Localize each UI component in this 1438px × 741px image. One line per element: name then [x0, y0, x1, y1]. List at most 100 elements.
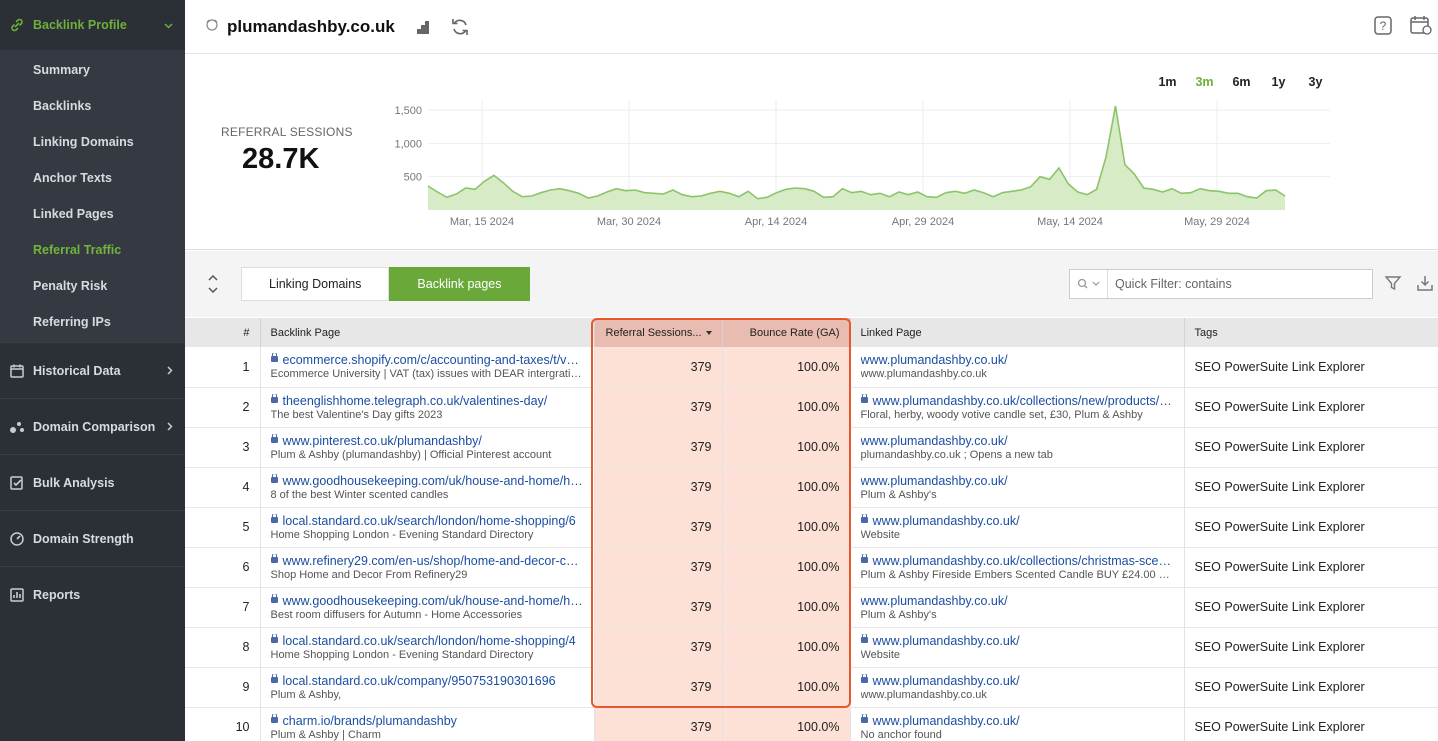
backlink-page-cell: local.standard.co.uk/search/london/home-… — [260, 627, 595, 668]
bounce-rate-cell: 100.0% — [722, 627, 851, 668]
linked-page-link[interactable]: www.plumandashby.co.uk/ — [861, 434, 1174, 448]
linked-page-cell: www.plumandashby.co.uk/plumandashby.co.u… — [850, 427, 1185, 468]
referral-sessions-cell: 379 — [594, 587, 723, 628]
table-row[interactable]: 6 www.refinery29.com/en-us/shop/home-and-… — [185, 547, 1438, 588]
y-tick-label: 1,000 — [394, 138, 422, 150]
table-row[interactable]: 3 www.pinterest.co.uk/plumandashby/Plum &… — [185, 427, 1438, 468]
backlink-url-link[interactable]: local.standard.co.uk/company/95075319030… — [270, 673, 584, 688]
period-3y[interactable]: 3y — [1297, 75, 1334, 89]
period-selector: 1m 3m 6m 1y 3y — [1149, 75, 1334, 89]
period-3m[interactable]: 3m — [1186, 75, 1223, 89]
table-row[interactable]: 1 ecommerce.shopify.com/c/accounting-and-… — [185, 347, 1438, 388]
backlink-page-cell: charm.io/brands/plumandashby Plum & Ashby… — [260, 707, 595, 741]
sidebar-section-label: Historical Data — [33, 363, 121, 378]
linked-page-link[interactable]: www.plumandashby.co.uk/ — [860, 513, 1174, 528]
backlink-url-link[interactable]: theenglishhome.telegraph.co.uk/valentine… — [270, 393, 584, 408]
backlink-url-link[interactable]: local.standard.co.uk/search/london/home-… — [270, 633, 584, 648]
table-row[interactable]: 7 www.goodhousekeeping.com/uk/house-and-h… — [185, 587, 1438, 628]
expand-collapse-icon[interactable] — [205, 273, 221, 295]
sidebar-item-anchor-texts[interactable]: Anchor Texts — [0, 160, 185, 196]
linked-page-link[interactable]: www.plumandashby.co.uk/collections/new/p… — [860, 393, 1174, 408]
bounce-rate-cell: 100.0% — [722, 427, 851, 468]
chevron-right-icon — [167, 364, 173, 378]
quick-filter — [1069, 269, 1373, 299]
column-header-linked-page[interactable]: Linked Page — [850, 318, 1185, 347]
chart-panel: 1m 3m 6m 1y 3y REFERRAL SESSIONS 28.7K 5… — [185, 55, 1438, 250]
stats-icon[interactable] — [413, 16, 435, 38]
reports-icon — [9, 587, 25, 603]
period-1m[interactable]: 1m — [1149, 75, 1186, 89]
schedule-icon[interactable] — [1410, 14, 1432, 36]
sidebar-item-referral-traffic[interactable]: Referral Traffic — [0, 232, 185, 268]
lock-icon — [270, 513, 278, 525]
table-row[interactable]: 9 local.standard.co.uk/company/9507531903… — [185, 667, 1438, 708]
table-row[interactable]: 2 theenglishhome.telegraph.co.uk/valentin… — [185, 387, 1438, 428]
period-1y[interactable]: 1y — [1260, 75, 1297, 89]
anchor-text: www.plumandashby.co.uk — [860, 688, 987, 701]
quick-filter-input[interactable] — [1108, 277, 1368, 291]
sidebar-section-historical-data[interactable]: Historical Data — [0, 342, 185, 398]
linked-page-url-text: www.plumandashby.co.uk/ — [872, 513, 1020, 528]
calendar-icon — [9, 363, 25, 379]
sidebar-item-backlinks[interactable]: Backlinks — [0, 88, 185, 124]
export-icon[interactable] — [1416, 274, 1436, 294]
sidebar-section-label: Reports — [33, 587, 81, 602]
table-row[interactable]: 5 local.standard.co.uk/search/london/home… — [185, 507, 1438, 548]
linked-page-link[interactable]: www.plumandashby.co.uk/ — [860, 633, 1174, 648]
column-header-index[interactable]: # — [185, 318, 261, 347]
backlink-url-text: theenglishhome.telegraph.co.uk/valentine… — [282, 393, 548, 408]
linked-page-link[interactable]: www.plumandashby.co.uk/ — [861, 474, 1174, 488]
search-icon[interactable] — [1070, 270, 1108, 298]
linked-page-link[interactable]: www.plumandashby.co.uk/ — [861, 353, 1174, 367]
backlink-url-link[interactable]: local.standard.co.uk/search/london/home-… — [270, 513, 584, 528]
backlink-profile-section[interactable]: Backlink Profile — [0, 0, 185, 50]
backlink-page-title: Shop Home and Decor From Refinery29 — [270, 568, 468, 581]
metric-label: REFERRAL SESSIONS — [221, 125, 353, 139]
backlink-url-link[interactable]: www.goodhousekeeping.com/uk/house-and-ho… — [270, 593, 584, 608]
linked-page-link[interactable]: www.plumandashby.co.uk/ — [860, 713, 1174, 728]
chevron-down-icon — [164, 18, 173, 32]
linked-page-link[interactable]: www.plumandashby.co.uk/collections/chris… — [860, 553, 1174, 568]
column-header-referral-sessions[interactable]: Referral Sessions... — [594, 318, 723, 347]
sidebar-section-domain-comparison[interactable]: Domain Comparison — [0, 398, 185, 454]
backlink-url-link[interactable]: ecommerce.shopify.com/c/accounting-and-t… — [270, 353, 584, 367]
backlink-url-link[interactable]: charm.io/brands/plumandashby — [270, 713, 584, 728]
linked-page-cell: www.plumandashby.co.uk/www.plumandashby.… — [850, 347, 1185, 388]
table-row[interactable]: 10 charm.io/brands/plumandashby Plum & Ash… — [185, 707, 1438, 741]
backlink-url-link[interactable]: www.goodhousekeeping.com/uk/house-and-ho… — [270, 473, 584, 488]
linked-page-url-text: www.plumandashby.co.uk/ — [872, 673, 1020, 688]
lock-icon — [270, 593, 278, 605]
favicon-icon — [205, 18, 219, 35]
help-icon[interactable]: ? — [1372, 14, 1394, 36]
refresh-icon[interactable] — [449, 16, 471, 38]
backlink-url-link[interactable]: www.refinery29.com/en-us/shop/home-and-d… — [270, 553, 584, 568]
column-header-backlink-page[interactable]: Backlink Page — [260, 318, 595, 347]
sidebar-item-referring-ips[interactable]: Referring IPs — [0, 304, 185, 340]
linked-page-cell: www.plumandashby.co.uk/Plum & Ashby's — [850, 467, 1185, 508]
sidebar-section-bulk-analysis[interactable]: Bulk Analysis — [0, 454, 185, 510]
filter-funnel-icon[interactable] — [1384, 274, 1404, 294]
tab-backlink-pages[interactable]: Backlink pages — [389, 267, 530, 301]
series-area-fill — [428, 106, 1285, 210]
svg-text:?: ? — [1380, 19, 1387, 33]
sidebar-section-reports[interactable]: Reports — [0, 566, 185, 622]
table-row[interactable]: 8 local.standard.co.uk/search/london/home… — [185, 627, 1438, 668]
tab-linking-domains[interactable]: Linking Domains — [241, 267, 390, 301]
sidebar-item-linking-domains[interactable]: Linking Domains — [0, 124, 185, 160]
sidebar-item-linked-pages[interactable]: Linked Pages — [0, 196, 185, 232]
tags-cell: SEO PowerSuite Link Explorer — [1184, 507, 1438, 548]
column-header-bounce-rate[interactable]: Bounce Rate (GA) — [722, 318, 851, 347]
backlink-page-title: 8 of the best Winter scented candles — [270, 488, 449, 501]
linked-page-link[interactable]: www.plumandashby.co.uk/ — [860, 673, 1174, 688]
backlink-url-text: www.goodhousekeeping.com/uk/house-and-ho… — [282, 593, 584, 608]
bounce-rate-cell: 100.0% — [722, 707, 851, 741]
linked-page-link[interactable]: www.plumandashby.co.uk/ — [861, 594, 1174, 608]
sidebar-section-domain-strength[interactable]: Domain Strength — [0, 510, 185, 566]
domain-title: plumandashby.co.uk — [227, 16, 395, 36]
table-row[interactable]: 4 www.goodhousekeeping.com/uk/house-and-h… — [185, 467, 1438, 508]
sidebar-item-penalty-risk[interactable]: Penalty Risk — [0, 268, 185, 304]
sidebar-item-summary[interactable]: Summary — [0, 52, 185, 88]
column-header-tags[interactable]: Tags — [1184, 318, 1438, 347]
backlink-url-link[interactable]: www.pinterest.co.uk/plumandashby/ — [270, 433, 584, 448]
period-6m[interactable]: 6m — [1223, 75, 1260, 89]
